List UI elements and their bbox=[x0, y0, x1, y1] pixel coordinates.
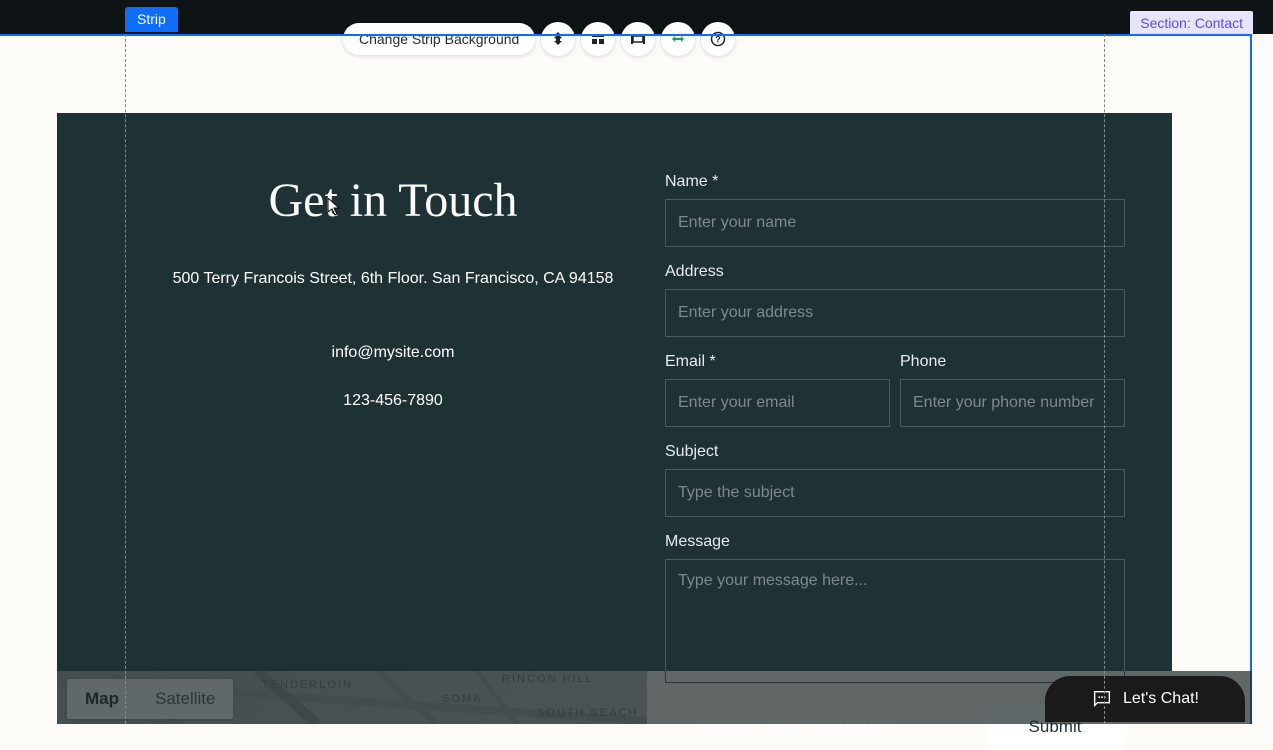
phone-label: Phone bbox=[900, 353, 1125, 371]
map-section[interactable]: TENDERLOIN SOMA RINCON HILL SOUTH BEACH … bbox=[57, 671, 647, 724]
message-label: Message bbox=[665, 533, 1125, 551]
map-label-south-beach: SOUTH BEACH bbox=[537, 707, 638, 719]
contact-info-column: Get in Touch 500 Terry Francois Street, … bbox=[113, 173, 673, 410]
address-input[interactable] bbox=[665, 289, 1125, 337]
chat-label: Let's Chat! bbox=[1123, 690, 1199, 708]
chat-widget[interactable]: Let's Chat! bbox=[1045, 676, 1245, 722]
help-icon[interactable]: ? bbox=[701, 22, 735, 56]
scroll-effects-icon[interactable] bbox=[541, 22, 575, 56]
guide-right bbox=[1104, 34, 1105, 724]
map-label-rincon: RINCON HILL bbox=[502, 673, 594, 685]
strip-toolbar: Change Strip Background ? bbox=[343, 22, 735, 56]
thanks-message: Thanks for submitting! bbox=[695, 714, 898, 740]
email-input[interactable] bbox=[665, 379, 890, 427]
email-label: Email * bbox=[665, 353, 890, 371]
address-label: Address bbox=[665, 263, 1125, 281]
contact-email: info@mysite.com bbox=[113, 344, 673, 362]
message-textarea[interactable] bbox=[665, 559, 1125, 683]
strip-tag[interactable]: Strip bbox=[125, 7, 178, 32]
contact-phone: 123-456-7890 bbox=[113, 392, 673, 410]
map-label-soma: SOMA bbox=[442, 693, 482, 705]
chat-icon bbox=[1091, 688, 1113, 710]
guide-left bbox=[125, 34, 126, 724]
resize-horizontal-icon[interactable] bbox=[661, 22, 695, 56]
name-input[interactable] bbox=[665, 199, 1125, 247]
change-strip-background-button[interactable]: Change Strip Background bbox=[343, 23, 535, 55]
map-button[interactable]: Map bbox=[67, 679, 137, 719]
stretch-icon[interactable] bbox=[621, 22, 655, 56]
contact-form: Name * Address Email * Phone Subject Mes… bbox=[665, 173, 1125, 750]
map-type-toggle: Map Satellite bbox=[67, 679, 233, 719]
subject-input[interactable] bbox=[665, 469, 1125, 517]
satellite-button[interactable]: Satellite bbox=[137, 679, 233, 719]
svg-text:?: ? bbox=[716, 35, 722, 45]
selection-right-border bbox=[1250, 34, 1252, 724]
contact-address: 500 Terry Francois Street, 6th Floor. Sa… bbox=[113, 270, 673, 288]
contact-strip[interactable]: Get in Touch 500 Terry Francois Street, … bbox=[57, 113, 1172, 671]
selection-top-border bbox=[0, 34, 1252, 36]
map-label-tenderloin: TENDERLOIN bbox=[262, 679, 353, 691]
section-tag[interactable]: Section: Contact bbox=[1130, 11, 1253, 35]
contact-heading: Get in Touch bbox=[113, 173, 673, 228]
layout-icon[interactable] bbox=[581, 22, 615, 56]
phone-input[interactable] bbox=[900, 379, 1125, 427]
name-label: Name * bbox=[665, 173, 1125, 191]
subject-label: Subject bbox=[665, 443, 1125, 461]
